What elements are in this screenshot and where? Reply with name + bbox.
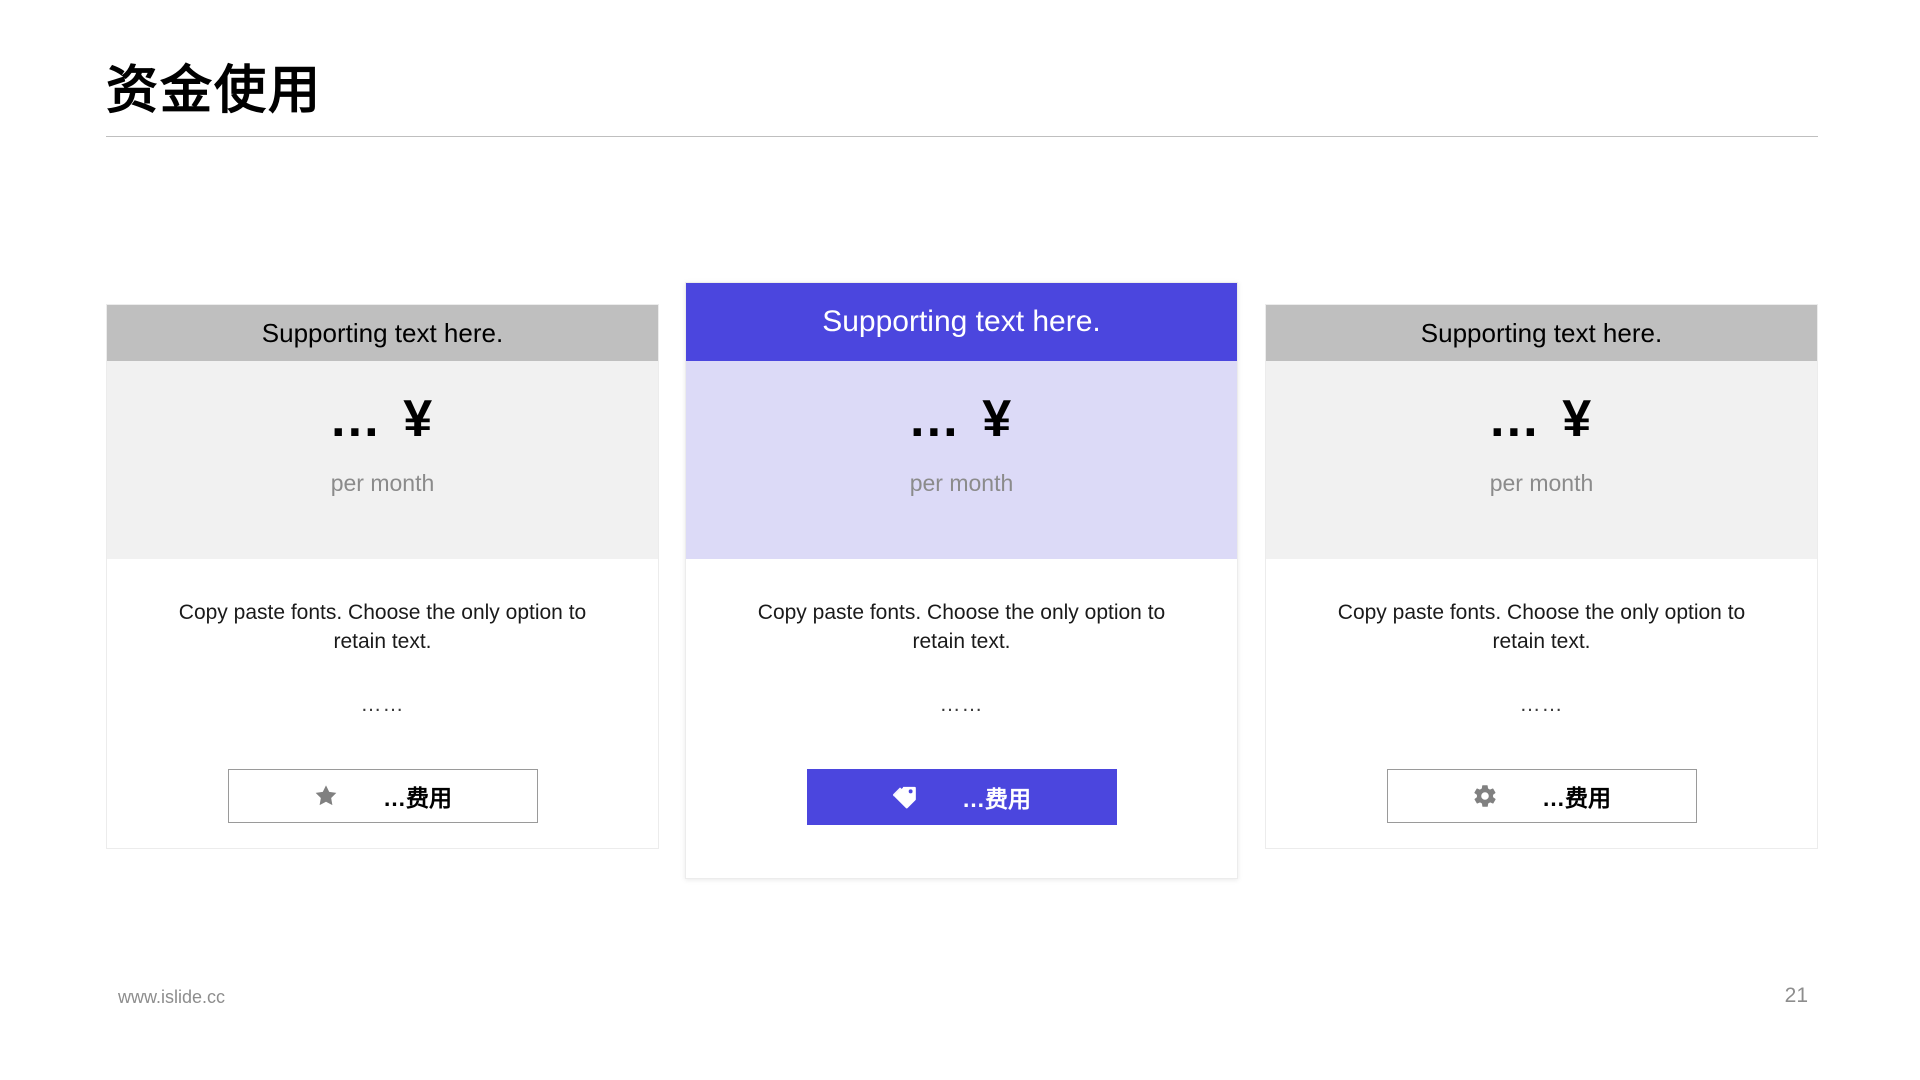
- cta-button-3[interactable]: …费用: [1386, 768, 1697, 823]
- card-body-1: Copy paste fonts. Choose the only option…: [107, 559, 658, 823]
- cta-wrap-2: …费用: [734, 768, 1189, 825]
- card-period-3: per month: [1489, 470, 1594, 497]
- card-price-block-1: … ¥ per month: [107, 361, 658, 559]
- card-header-1: Supporting text here.: [107, 305, 658, 361]
- card-price-block-3: … ¥ per month: [1266, 361, 1817, 559]
- card-body-2: Copy paste fonts. Choose the only option…: [686, 559, 1237, 825]
- card-dots-3: ……: [1519, 692, 1564, 716]
- cta-label-3: …费用: [1542, 784, 1611, 811]
- card-body-3: Copy paste fonts. Choose the only option…: [1266, 559, 1817, 823]
- card-dots-1: ……: [360, 692, 405, 716]
- card-price-block-2: … ¥ per month: [686, 361, 1237, 559]
- cta-label-1: …费用: [383, 784, 452, 811]
- pricing-card-3[interactable]: Supporting text here. … ¥ per month Copy…: [1265, 304, 1818, 849]
- card-price-2: … ¥: [907, 390, 1016, 448]
- card-price-3: … ¥: [1487, 390, 1596, 448]
- card-description-3: Copy paste fonts. Choose the only option…: [1337, 601, 1746, 653]
- cta-label-2: …费用: [962, 785, 1031, 812]
- cta-button-2[interactable]: …费用: [806, 768, 1117, 825]
- cta-wrap-1: …费用: [155, 768, 610, 823]
- card-description-1: Copy paste fonts. Choose the only option…: [178, 601, 587, 653]
- cta-wrap-3: …费用: [1314, 768, 1769, 823]
- card-period-2: per month: [909, 470, 1014, 497]
- footer-url[interactable]: www.islide.cc: [118, 987, 225, 1008]
- card-header-3: Supporting text here.: [1266, 305, 1817, 361]
- page-title-block: 资金使用: [106, 62, 1818, 137]
- card-period-1: per month: [330, 470, 435, 497]
- pricing-cards-row: Supporting text here. … ¥ per month Copy…: [106, 282, 1818, 892]
- page-number: 21: [1784, 984, 1808, 1007]
- pricing-card-1[interactable]: Supporting text here. … ¥ per month Copy…: [106, 304, 659, 849]
- star-icon: [313, 783, 339, 809]
- gear-icon: [1472, 783, 1498, 809]
- page-title: 资金使用: [106, 62, 323, 120]
- card-description-2: Copy paste fonts. Choose the only option…: [757, 601, 1166, 653]
- price-tag-icon: [892, 784, 918, 810]
- pricing-card-2-featured[interactable]: Supporting text here. … ¥ per month Copy…: [685, 282, 1238, 879]
- card-header-2: Supporting text here.: [686, 283, 1237, 361]
- title-divider: [106, 135, 1818, 137]
- card-price-1: … ¥: [328, 390, 437, 448]
- card-dots-2: ……: [939, 692, 984, 716]
- cta-button-1[interactable]: …费用: [227, 768, 538, 823]
